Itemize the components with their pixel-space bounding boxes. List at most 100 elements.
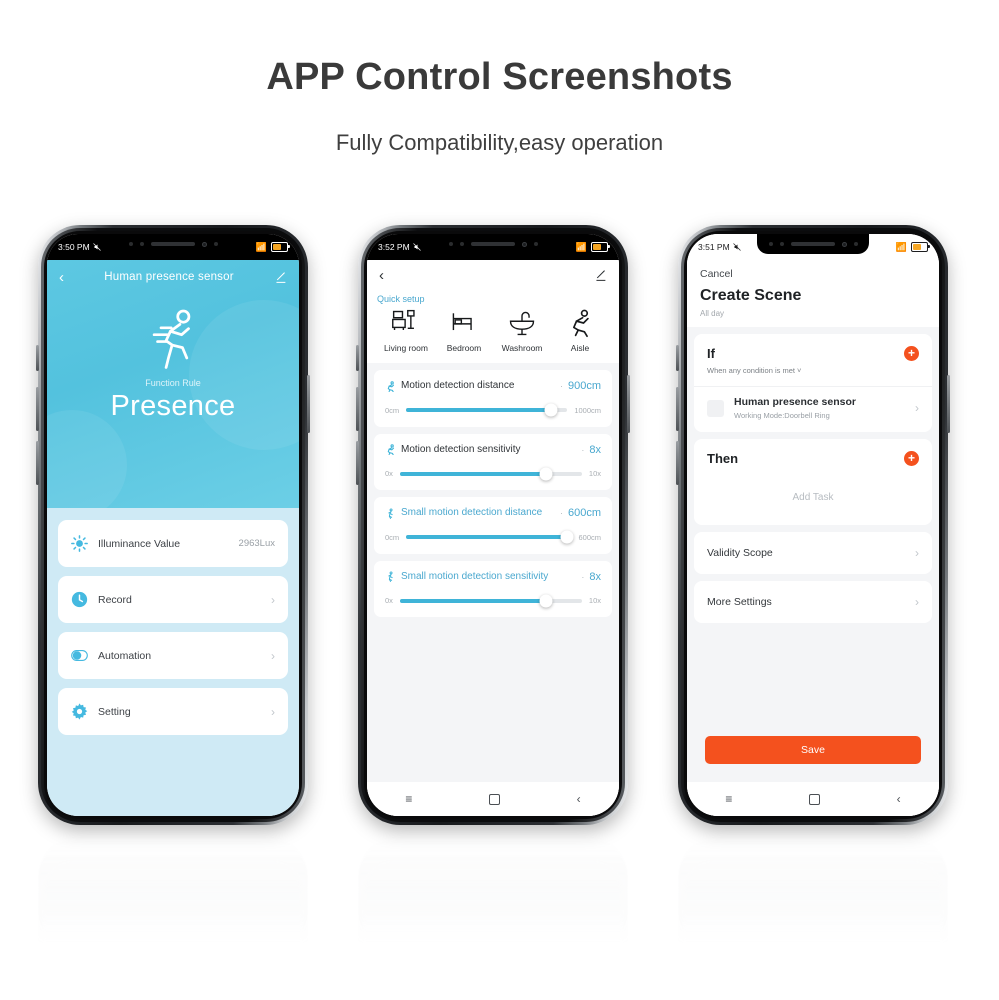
quick-setup-label: Washroom: [501, 343, 543, 353]
side-button[interactable]: [36, 345, 39, 371]
volume-up-button[interactable]: [676, 387, 679, 431]
slider-min: 0cm: [385, 405, 400, 415]
hero-section: ‹ Human presence sensor Function Rule Pr…: [47, 260, 299, 508]
phone-1-reflection: [38, 835, 308, 945]
create-scene-screen: Cancel Create Scene All day If When any …: [687, 260, 939, 816]
home-button[interactable]: [489, 793, 500, 805]
android-nav-bar: ≡ ‹: [687, 782, 939, 816]
volume-down-button[interactable]: [676, 441, 679, 485]
row-more-settings[interactable]: More Settings ›: [694, 581, 932, 623]
slider-track[interactable]: [399, 594, 582, 607]
if-card: If When any condition is met ˅ + Human p…: [694, 334, 932, 432]
quick-setup-bedroom[interactable]: Bedroom: [435, 308, 493, 353]
illuminance-value: 2963Lux: [238, 538, 275, 549]
phone-2-screen: 3:52 PM 📶 ‹ Quick setup Living room Bedr…: [367, 234, 619, 816]
volume-up-button[interactable]: [36, 387, 39, 431]
slider-value: 600cm: [567, 507, 601, 520]
recents-button[interactable]: ≡: [725, 793, 732, 805]
gear-icon: [71, 703, 88, 720]
cancel-button[interactable]: Cancel: [700, 268, 926, 280]
back-button[interactable]: ‹: [577, 793, 581, 805]
if-card-text: If When any condition is met ˅: [707, 346, 904, 375]
running-person-icon: [387, 444, 395, 456]
power-button[interactable]: [627, 375, 630, 433]
row-validity-scope[interactable]: Validity Scope ›: [694, 532, 932, 574]
back-button[interactable]: ‹: [897, 793, 901, 805]
slider-track[interactable]: [406, 530, 574, 544]
recents-button[interactable]: ≡: [405, 793, 412, 805]
slider-knob[interactable]: [544, 403, 558, 417]
earpiece-speaker-icon: [790, 242, 835, 246]
app-navbar: ‹: [367, 260, 619, 290]
device-sub: Working Mode:Doorbell Ring: [734, 411, 830, 420]
quick-setup-row: Living room Bedroom Washroom Aisle: [377, 308, 609, 353]
add-task-placeholder[interactable]: Add Task: [694, 477, 932, 525]
earpiece-speaker-icon: [470, 242, 515, 246]
slider-control[interactable]: 0x 10x: [385, 594, 601, 607]
volume-down-button[interactable]: [36, 441, 39, 485]
android-nav-bar: ≡ ‹: [367, 782, 619, 816]
slider-label: Small motion detection distance: [401, 507, 543, 518]
slider-knob[interactable]: [539, 467, 552, 480]
home-button[interactable]: [809, 793, 820, 805]
quick-setup-label: Bedroom: [446, 343, 482, 353]
battery-icon: [911, 242, 930, 252]
slider-control[interactable]: 0x 10x: [385, 467, 601, 480]
bed-icon: [452, 313, 472, 331]
slider-card-motion-sensitivity: Motion detection sensitivity · 8x 0x 10x: [374, 433, 612, 490]
quick-setup-aisle[interactable]: Aisle: [551, 308, 609, 353]
save-button[interactable]: Save: [705, 736, 921, 764]
decor-blob: [189, 300, 299, 450]
plus-icon[interactable]: +: [904, 346, 919, 361]
volume-up-button[interactable]: [356, 387, 359, 431]
power-button[interactable]: [307, 375, 310, 433]
pencil-edit-icon[interactable]: [594, 269, 607, 282]
pencil-edit-icon[interactable]: [274, 271, 287, 284]
slider-max: 600cm: [578, 532, 601, 542]
quick-setup-washroom[interactable]: Washroom: [493, 308, 551, 353]
status-right: 📶: [576, 242, 610, 252]
battery-icon: [591, 242, 610, 252]
status-bar: 3:50 PM 📶: [47, 234, 299, 260]
toggle-icon: [71, 649, 88, 662]
all-day-label: All day: [700, 309, 725, 318]
volume-down-button[interactable]: [356, 441, 359, 485]
status-time: 3:51 PM: [698, 242, 730, 252]
list-item-setting[interactable]: Setting ›: [58, 688, 288, 735]
status-right: 📶: [256, 242, 290, 252]
list-item-illuminance[interactable]: Illuminance Value 2963Lux: [58, 520, 288, 567]
side-button[interactable]: [676, 345, 679, 371]
sensor-dot-icon: [768, 242, 773, 246]
slider-control[interactable]: 0cm 1000cm: [385, 403, 601, 417]
slider-label: Small motion detection sensitivity: [401, 570, 549, 582]
slider-track[interactable]: [406, 403, 568, 417]
back-chevron-icon[interactable]: ‹: [379, 268, 384, 283]
plus-icon[interactable]: +: [904, 451, 919, 466]
side-button[interactable]: [356, 345, 359, 371]
phone-mockup-3: 3:51 PM 📶 Cancel Create Scene All day If: [676, 225, 950, 825]
slider-knob[interactable]: [560, 530, 574, 544]
notch: [437, 234, 549, 254]
slider-control[interactable]: 0cm 600cm: [385, 530, 601, 544]
quick-setup-label: Living room: [384, 343, 428, 353]
settings-list: Illuminance Value 2963Lux Record › Autom…: [47, 508, 299, 816]
slider-track[interactable]: [399, 467, 582, 480]
list-item-label: Record: [98, 593, 132, 606]
status-left: 3:50 PM: [58, 242, 101, 252]
sensor-dot-icon: [853, 242, 858, 246]
back-chevron-icon[interactable]: ‹: [59, 270, 64, 285]
slider-knob[interactable]: [539, 594, 552, 607]
list-item-label: Setting: [98, 705, 131, 718]
sensor-dot-icon: [128, 242, 133, 246]
list-item-record[interactable]: Record ›: [58, 576, 288, 623]
chevron-right-icon: ›: [915, 401, 919, 415]
list-item-automation[interactable]: Automation ›: [58, 632, 288, 679]
power-button[interactable]: [947, 375, 950, 433]
quick-setup-living-room[interactable]: Living room: [377, 308, 435, 353]
if-condition-item[interactable]: Human presence sensor Working Mode:Doorb…: [694, 386, 932, 432]
notch: [757, 234, 869, 254]
app-navbar: ‹ Human presence sensor: [47, 260, 299, 294]
sink-icon: [509, 311, 535, 336]
slider-card-small-motion-sensitivity: Small motion detection sensitivity · 8x …: [374, 560, 612, 617]
if-condition[interactable]: When any condition is met ˅: [707, 366, 904, 375]
